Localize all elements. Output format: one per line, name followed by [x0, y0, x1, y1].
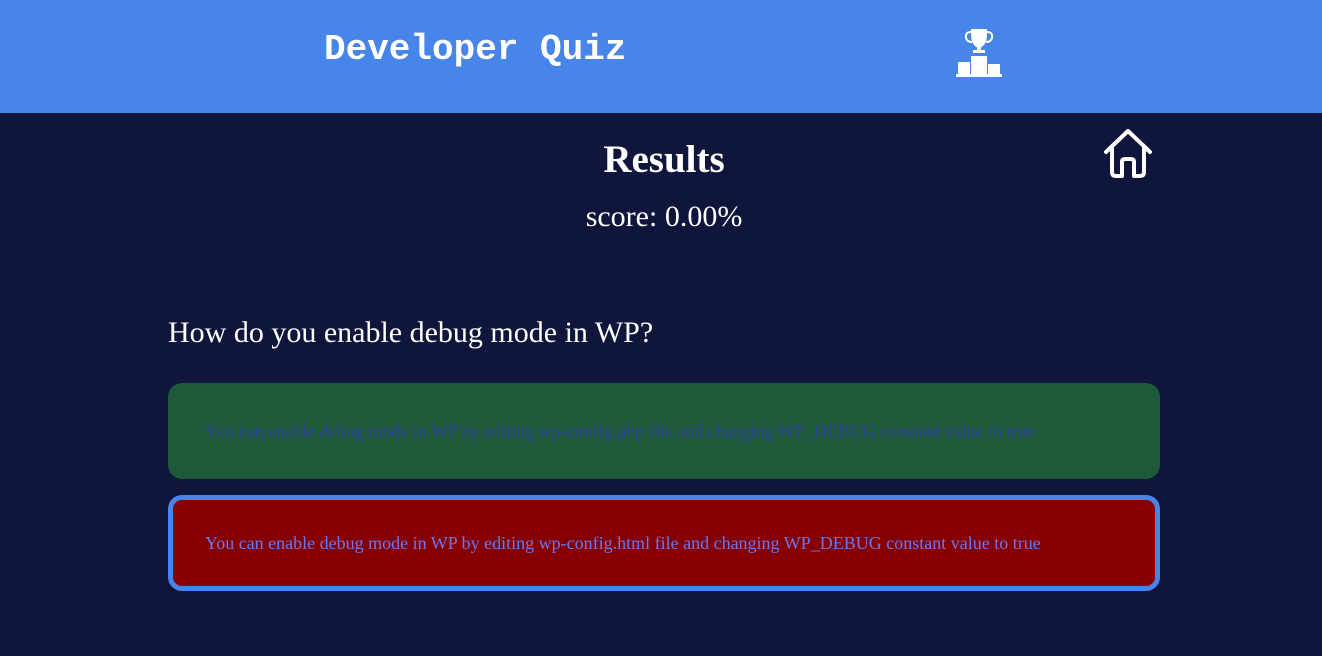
app-title: Developer Quiz	[324, 29, 627, 70]
score-text: score: 0.00%	[585, 200, 743, 233]
question-text: How do you enable debug mode in WP?	[168, 316, 654, 349]
results-heading: Results	[603, 138, 725, 181]
app-header: Developer Quiz	[0, 0, 1322, 113]
podium-trophy-icon	[956, 29, 1002, 77]
answer-option-correct[interactable]: You can enable debug mode in WP by editi…	[168, 383, 1160, 479]
leaderboard-button[interactable]	[951, 26, 1007, 80]
answer-option-label: You can enable debug mode in WP by editi…	[205, 533, 1041, 553]
answer-option-label: You can enable debug mode in WP by editi…	[205, 421, 1035, 441]
answer-option-selected-incorrect[interactable]: You can enable debug mode in WP by editi…	[168, 495, 1160, 591]
